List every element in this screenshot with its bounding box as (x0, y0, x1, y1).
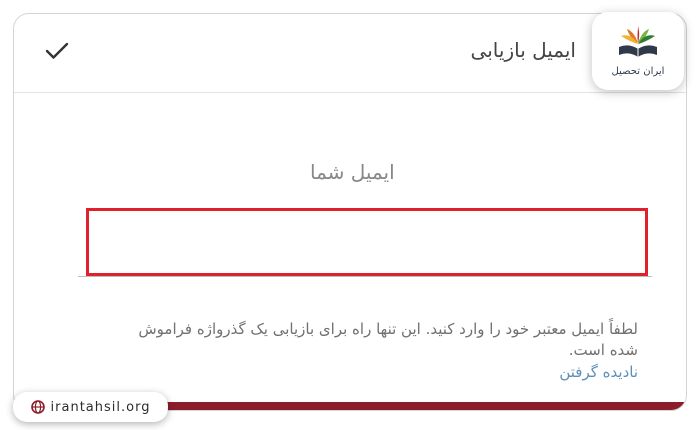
email-input-highlight (86, 208, 648, 276)
helper-text: لطفاً ایمیل معتبر خود را وارد کنید. این … (138, 320, 638, 359)
book-leaves-logo-icon (619, 26, 657, 57)
email-label: ایمیل شما (310, 160, 395, 184)
site-url: irantahsil.org (50, 399, 151, 415)
globe-icon (30, 400, 45, 414)
skip-link[interactable]: نادیده گرفتن (534, 363, 638, 381)
header-fade (189, 34, 499, 72)
input-underline (78, 276, 652, 277)
email-input[interactable] (89, 211, 645, 273)
page-title: ایمیل بازیابی (470, 38, 576, 62)
dialog-card: ایمیل بازیابی ایمیل شما لطفاً ایمیل معتب… (13, 13, 687, 411)
brand-logo-badge: ایران تحصیل (592, 12, 684, 90)
site-url-badge: irantahsil.org (13, 392, 168, 422)
app-header: ایمیل بازیابی (14, 14, 686, 93)
confirm-button[interactable] (40, 34, 74, 68)
check-icon (45, 42, 69, 59)
brand-logo-text: ایران تحصیل (611, 66, 665, 77)
